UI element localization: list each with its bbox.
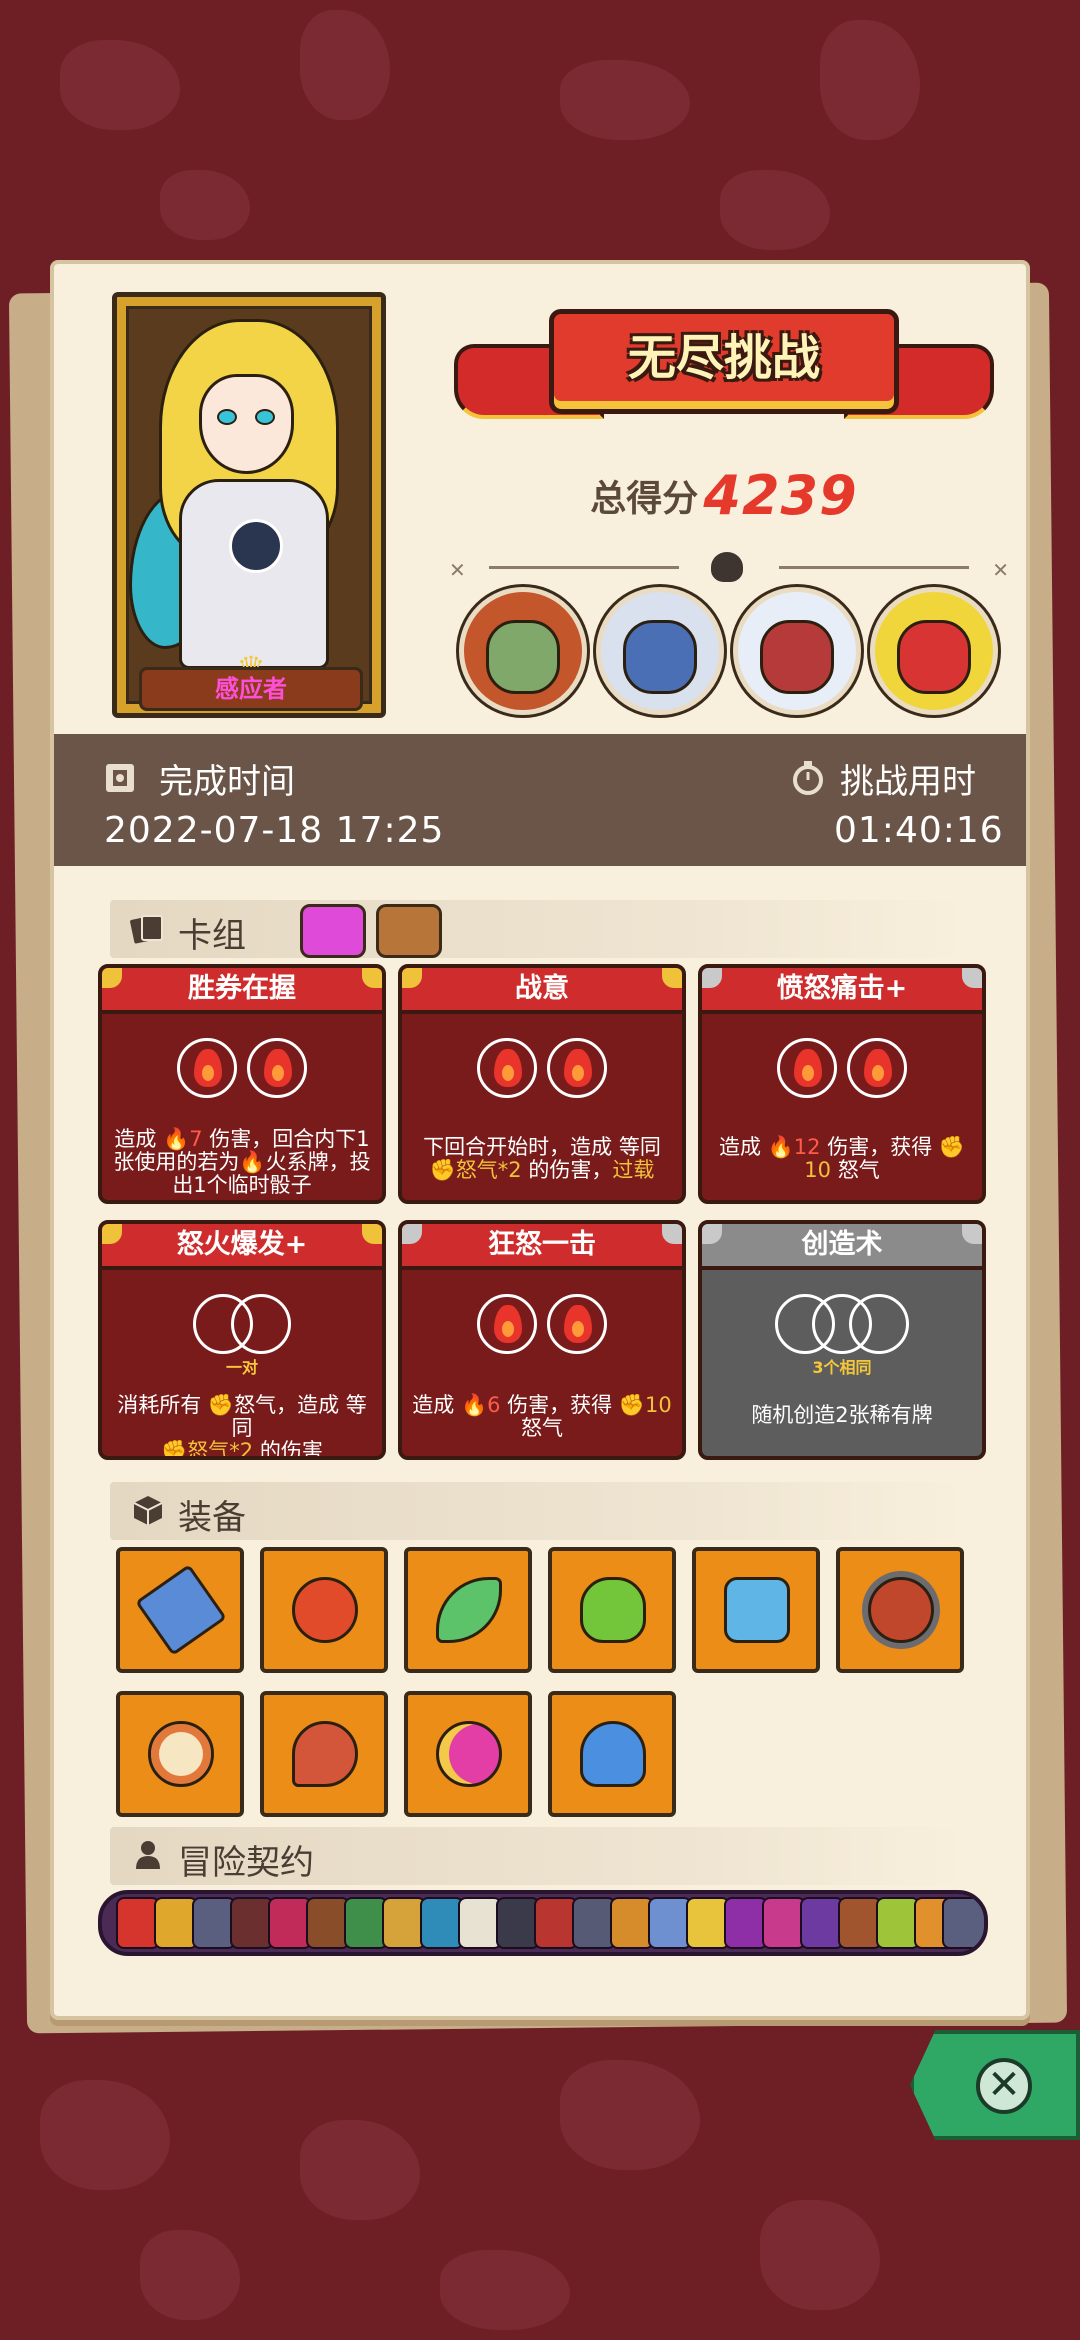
sword-icon: ✕ (992, 558, 1009, 582)
character-role-label: 感应者 (139, 667, 363, 711)
defeated-bosses (454, 587, 1014, 717)
equipment-slot-mushroom[interactable] (548, 1691, 676, 1817)
card-description: 造成 🔥12 伤害，获得 ✊ 10 怒气 (718, 1135, 966, 1182)
plate-icon (868, 1577, 934, 1643)
empty-die-icon (849, 1294, 910, 1354)
score-row: 总得分 4239 (454, 464, 994, 527)
sword-icon: ✕ (449, 558, 466, 582)
equipment-slot-plate[interactable] (836, 1547, 964, 1673)
card-title: 怒火爆发+ (176, 1229, 308, 1260)
shield-icon (724, 1577, 790, 1643)
equipment-slot-shield[interactable] (692, 1547, 820, 1673)
card-description: 造成 🔥7 伤害，回合内下1张使用的若为🔥火系牌，投出1个临时骰子 (113, 1127, 371, 1197)
person-icon (136, 1841, 160, 1869)
page-title: 无尽挑战 (627, 330, 820, 386)
card-description: 下回合开始时，造成 等同 ✊怒气*2 的伤害，过载 (423, 1135, 661, 1182)
ring-icon (292, 1577, 358, 1643)
title-banner: 无尽挑战 (454, 299, 994, 419)
boss-avatar[interactable] (733, 587, 861, 715)
empty-die-icon (230, 1294, 291, 1354)
result-panel: ♛ 感应者 无尽挑战 总得分 4239 ✕ ✕ (50, 260, 1030, 2020)
finish-time-value: 2022-07-18 17:25 (104, 810, 445, 851)
dice-slots (102, 1294, 382, 1354)
deck-card[interactable]: 创造术 3个相同 随机创造2张稀有牌 (698, 1220, 986, 1460)
close-button[interactable]: ✕ (910, 2030, 1080, 2140)
deck-title: 卡组 (178, 916, 246, 956)
flame-die-icon (477, 1294, 538, 1354)
flame-die-icon (546, 1038, 607, 1098)
class-badge-spiral-icon[interactable] (376, 904, 442, 958)
cards-icon (130, 915, 163, 944)
character-art (126, 306, 372, 704)
equipment-title: 装备 (178, 1498, 246, 1538)
score-value: 4239 (703, 464, 858, 527)
card-title: 战意 (515, 973, 569, 1004)
dice-slots (402, 1294, 682, 1354)
close-icon: ✕ (976, 2058, 1032, 2114)
equipment-slot-orb[interactable] (404, 1691, 532, 1817)
card-title: 愤怒痛击+ (776, 973, 908, 1004)
skull-icon (711, 552, 743, 582)
deck-card[interactable]: 狂怒一击 造成 🔥6 伤害，获得 ✊10 怒气 (398, 1220, 686, 1460)
equipment-slot-ring[interactable] (260, 1547, 388, 1673)
dice-slots (102, 1038, 382, 1098)
flame-die-icon (777, 1038, 838, 1098)
duration-value: 01:40:16 (834, 810, 1004, 851)
class-badge-eye-icon[interactable] (300, 904, 366, 958)
card-title: 胜券在握 (188, 973, 296, 1004)
dice-requirement: 一对 (225, 1358, 258, 1377)
equipment-slot-potion[interactable] (548, 1547, 676, 1673)
deck-card[interactable]: 战意 下回合开始时，造成 等同 ✊怒气*2 的伤害，过载 (398, 964, 686, 1204)
equipment-slot-coin[interactable] (116, 1691, 244, 1817)
ornament-divider: ✕ ✕ (449, 552, 1009, 582)
boss-avatar[interactable] (459, 587, 587, 715)
finish-time-label: 完成时间 (159, 762, 295, 802)
coin-icon (148, 1721, 214, 1787)
orb-icon (436, 1721, 502, 1787)
flame-die-icon (546, 1294, 607, 1354)
contract-icon[interactable] (942, 1897, 984, 1949)
card-description: 随机创造2张稀有牌 (751, 1403, 933, 1427)
dice-requirement: 3个相同 (812, 1358, 872, 1377)
box-icon (133, 1496, 163, 1525)
deck-card[interactable]: 胜券在握 造成 🔥7 伤害，回合内下1张使用的若为🔥火系牌，投出1个临时骰子 (98, 964, 386, 1204)
deck-card[interactable]: 怒火爆发+ 一对 消耗所有 ✊怒气，造成 等同 ✊怒气*2 的伤害 (98, 1220, 386, 1460)
duration-label: 挑战用时 (840, 762, 976, 802)
flame-die-icon (846, 1038, 907, 1098)
equipment-slot-sword[interactable] (116, 1547, 244, 1673)
flame-die-icon (177, 1038, 238, 1098)
dice-slots (402, 1038, 682, 1098)
potion-icon (580, 1577, 646, 1643)
sword-icon (135, 1564, 227, 1656)
contract-section-header: 冒险契约 (110, 1827, 970, 1885)
character-portrait[interactable]: ♛ 感应者 (112, 292, 386, 718)
dice-slots (702, 1294, 982, 1354)
card-description: 造成 🔥6 伤害，获得 ✊10 怒气 (412, 1393, 672, 1440)
score-label: 总得分 (590, 478, 699, 520)
equipment-section-header: 装备 (110, 1482, 970, 1540)
card-description: 消耗所有 ✊怒气，造成 等同 ✊怒气*2 的伤害 (117, 1393, 367, 1460)
contract-list (98, 1890, 988, 1956)
stopwatch-icon (793, 761, 823, 795)
time-bar: 完成时间 挑战用时 2022-07-18 17:25 01:40:16 (54, 734, 1026, 866)
flame-die-icon (477, 1038, 538, 1098)
mushroom-icon (580, 1721, 646, 1787)
card-title: 狂怒一击 (488, 1229, 596, 1260)
boss-avatar[interactable] (870, 587, 998, 715)
flame-die-icon (246, 1038, 307, 1098)
deck-section-header: 卡组 (110, 900, 970, 958)
meat-icon (292, 1721, 358, 1787)
dice-slots (702, 1038, 982, 1098)
equipment-slot-meat[interactable] (260, 1691, 388, 1817)
feather-icon (436, 1577, 502, 1643)
boss-avatar[interactable] (596, 587, 724, 715)
equipment-slot-feather[interactable] (404, 1547, 532, 1673)
deck-card[interactable]: 愤怒痛击+ 造成 🔥12 伤害，获得 ✊ 10 怒气 (698, 964, 986, 1204)
film-icon (106, 764, 134, 792)
contract-title: 冒险契约 (178, 1843, 314, 1883)
card-title: 创造术 (801, 1229, 883, 1260)
